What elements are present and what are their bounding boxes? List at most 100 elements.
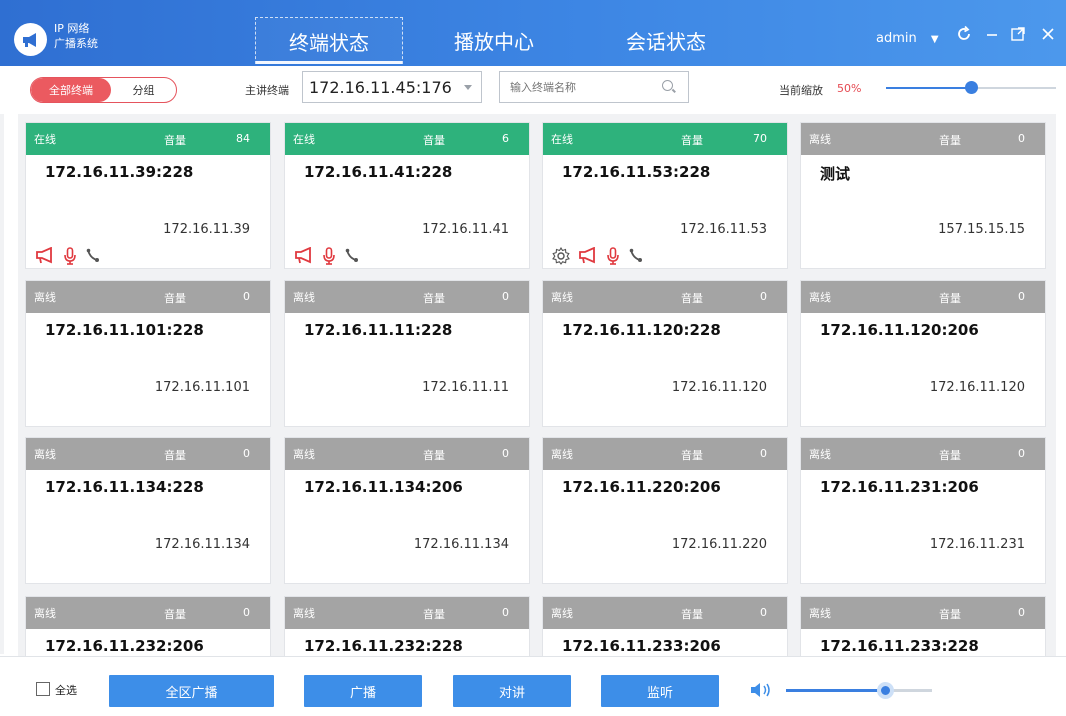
intercom-icon[interactable]: [85, 247, 109, 268]
terminal-card[interactable]: 离线 音量 0 172.16.11.134:228 172.16.11.134: [25, 437, 271, 584]
tab-label: 播放中心: [454, 30, 534, 54]
filter-all-button[interactable]: 全部终端: [31, 78, 111, 102]
volume-label: 音量: [681, 134, 703, 147]
filter-group-button[interactable]: 分组: [111, 78, 176, 102]
volume-slider[interactable]: [786, 682, 932, 699]
status-label: 离线: [34, 448, 56, 461]
terminal-name: 172.16.11.220:206: [562, 478, 721, 496]
speaker-icon[interactable]: [749, 681, 775, 703]
volume-value: 0: [502, 606, 509, 619]
volume-value: 0: [1018, 290, 1025, 303]
volume-label: 音量: [164, 608, 186, 621]
intercom-icon[interactable]: [628, 247, 652, 268]
search-input[interactable]: [499, 71, 689, 103]
tab-terminal-status[interactable]: 终端状态: [255, 17, 403, 64]
terminal-card[interactable]: 离线 音量 0 172.16.11.134:206 172.16.11.134: [284, 437, 530, 584]
terminal-name: 172.16.11.134:206: [304, 478, 463, 496]
terminal-status-bar: 离线 音量 0: [801, 281, 1045, 313]
terminal-card[interactable]: 在线 音量 6 172.16.11.41:228 172.16.11.41: [284, 122, 530, 269]
volume-value: 0: [243, 606, 250, 619]
volume-label: 音量: [939, 608, 961, 621]
microphone-icon[interactable]: [322, 247, 344, 268]
minimize-icon[interactable]: [985, 25, 999, 48]
intercom-icon[interactable]: [344, 247, 368, 268]
terminal-card[interactable]: 离线 音量 0 172.16.11.233:228: [800, 596, 1046, 656]
terminal-function-icons: [294, 246, 368, 268]
select-all-checkbox[interactable]: [36, 682, 50, 696]
volume-label: 音量: [423, 449, 445, 462]
terminal-name: 172.16.11.120:228: [562, 321, 721, 339]
volume-value: 84: [236, 132, 250, 145]
terminal-card[interactable]: 在线 音量 84 172.16.11.39:228 172.16.11.39: [25, 122, 271, 269]
volume-label: 音量: [939, 134, 961, 147]
broadcast-button[interactable]: 广播: [304, 675, 422, 707]
terminal-card[interactable]: 离线 音量 0 172.16.11.120:228 172.16.11.120: [542, 280, 788, 427]
terminal-card[interactable]: 离线 音量 0 172.16.11.233:206: [542, 596, 788, 656]
broadcast-icon[interactable]: [294, 246, 322, 268]
terminal-ip: 172.16.11.41: [422, 222, 509, 237]
volume-label: 音量: [423, 134, 445, 147]
broadcast-all-button[interactable]: 全区广播: [109, 675, 274, 707]
terminal-card[interactable]: 离线 音量 0 172.16.11.232:206: [25, 596, 271, 656]
terminal-ip: 172.16.11.39: [163, 222, 250, 237]
terminal-ip: 172.16.11.134: [413, 537, 509, 552]
close-icon[interactable]: [1040, 25, 1056, 48]
microphone-icon[interactable]: [606, 247, 628, 268]
terminal-grid: 在线 音量 84 172.16.11.39:228 172.16.11.39 在线 音量 6 1…: [18, 114, 1056, 656]
terminal-status-bar: 在线 音量 6: [285, 123, 529, 155]
terminal-ip: 172.16.11.101: [154, 380, 250, 395]
terminal-name: 172.16.11.101:228: [45, 321, 204, 339]
status-label: 离线: [34, 291, 56, 304]
terminal-card[interactable]: 离线 音量 0 测试 157.15.15.15: [800, 122, 1046, 269]
terminal-card[interactable]: 在线 音量 70 172.16.11.53:228 172.16.11.53: [542, 122, 788, 269]
terminal-status-bar: 离线 音量 0: [801, 597, 1045, 629]
volume-value: 0: [760, 606, 767, 619]
terminal-name: 172.16.11.233:206: [562, 637, 721, 655]
volume-label: 音量: [681, 449, 703, 462]
terminal-ip: 172.16.11.11: [422, 380, 509, 395]
terminal-function-icons: [552, 246, 652, 268]
microphone-icon[interactable]: [63, 247, 85, 268]
chevron-down-icon: [464, 85, 472, 90]
zoom-slider-fill: [886, 87, 971, 89]
maximize-icon[interactable]: [1010, 25, 1026, 48]
terminal-card[interactable]: 离线 音量 0 172.16.11.101:228 172.16.11.101: [25, 280, 271, 427]
search-icon[interactable]: [662, 80, 673, 91]
volume-value: 0: [243, 290, 250, 303]
tab-play-center[interactable]: 播放中心: [420, 17, 568, 64]
broadcast-icon[interactable]: [578, 246, 606, 268]
status-label: 离线: [551, 607, 573, 620]
refresh-icon[interactable]: [955, 25, 973, 48]
status-label: 在线: [34, 133, 56, 146]
terminal-card[interactable]: 离线 音量 0 172.16.11.220:206 172.16.11.220: [542, 437, 788, 584]
volume-label: 音量: [939, 449, 961, 462]
terminal-card[interactable]: 离线 音量 0 172.16.11.231:206 172.16.11.231: [800, 437, 1046, 584]
terminal-card[interactable]: 离线 音量 0 172.16.11.232:228: [284, 596, 530, 656]
user-menu[interactable]: admin ▼: [876, 31, 939, 46]
master-terminal-select[interactable]: 172.16.11.45:176: [302, 71, 482, 103]
zoom-slider-handle[interactable]: [965, 81, 978, 94]
broadcast-icon[interactable]: [35, 246, 63, 268]
terminal-name: 172.16.11.53:228: [562, 163, 711, 181]
terminal-name: 172.16.11.231:206: [820, 478, 979, 496]
terminal-status-bar: 离线 音量 0: [26, 597, 270, 629]
terminal-status-bar: 在线 音量 84: [26, 123, 270, 155]
status-label: 离线: [34, 607, 56, 620]
tab-label: 终端状态: [289, 30, 369, 55]
terminal-status-bar: 离线 音量 0: [543, 438, 787, 470]
left-edge: [0, 114, 4, 654]
terminal-name: 172.16.11.39:228: [45, 163, 194, 181]
terminal-status-bar: 离线 音量 0: [801, 123, 1045, 155]
terminal-status-bar: 离线 音量 0: [543, 281, 787, 313]
terminal-card[interactable]: 离线 音量 0 172.16.11.11:228 172.16.11.11: [284, 280, 530, 427]
settings-icon[interactable]: [552, 246, 578, 268]
monitor-button[interactable]: 监听: [601, 675, 719, 707]
tab-session-status[interactable]: 会话状态: [592, 17, 740, 64]
terminal-ip: 172.16.11.53: [680, 222, 767, 237]
terminal-name: 172.16.11.232:206: [45, 637, 204, 655]
terminal-name: 172.16.11.232:228: [304, 637, 463, 655]
volume-value: 0: [502, 447, 509, 460]
terminal-card[interactable]: 离线 音量 0 172.16.11.120:206 172.16.11.120: [800, 280, 1046, 427]
zoom-slider[interactable]: [886, 81, 1056, 94]
intercom-button[interactable]: 对讲: [453, 675, 571, 707]
